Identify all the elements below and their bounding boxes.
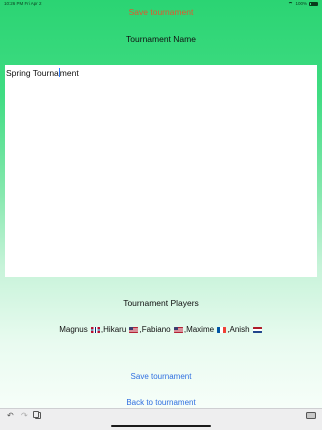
tournament-players-title: Tournament Players [123, 298, 199, 308]
undo-icon[interactable]: ↶ [7, 412, 14, 420]
wifi-icon [288, 1, 294, 6]
usa-flag-icon [129, 326, 139, 333]
tournament-name-text-before-caret: Spring Tourna [6, 68, 59, 78]
keyboard-icon[interactable] [306, 412, 316, 419]
home-indicator [111, 425, 211, 427]
save-tournament-button[interactable]: Save tournament [0, 372, 322, 381]
player-name: ,Fabiano [139, 325, 173, 334]
player-name: ,Hikaru [100, 325, 129, 334]
player-name: ,Maxime [183, 325, 217, 334]
tournament-name-title: Tournament Name [126, 34, 196, 44]
players-list: Magnus ,Hikaru ,Fabiano ,Maxime ,Anish [0, 325, 322, 334]
player-name: ,Anish [227, 325, 252, 334]
usa-flag-icon [173, 326, 183, 333]
paste-icon[interactable] [33, 411, 41, 419]
battery-percent: 100% [295, 1, 307, 6]
france-flag-icon [217, 326, 227, 333]
netherlands-flag-icon [252, 326, 262, 333]
tournament-name-input[interactable]: Spring Tournament [5, 65, 317, 277]
norway-flag-icon [90, 326, 100, 333]
top-save-tournament-button[interactable]: Save tournament [0, 7, 322, 17]
status-right-group: 100% [288, 1, 318, 6]
redo-icon[interactable]: ↷ [21, 412, 28, 420]
battery-icon [309, 1, 318, 6]
back-to-tournament-button[interactable]: Back to tournament [0, 398, 322, 407]
status-time-date: 10:26 PM Fri Apr 2 [4, 1, 42, 6]
tournament-name-text-after-caret: ment [59, 68, 79, 78]
player-name: Magnus [59, 325, 90, 334]
